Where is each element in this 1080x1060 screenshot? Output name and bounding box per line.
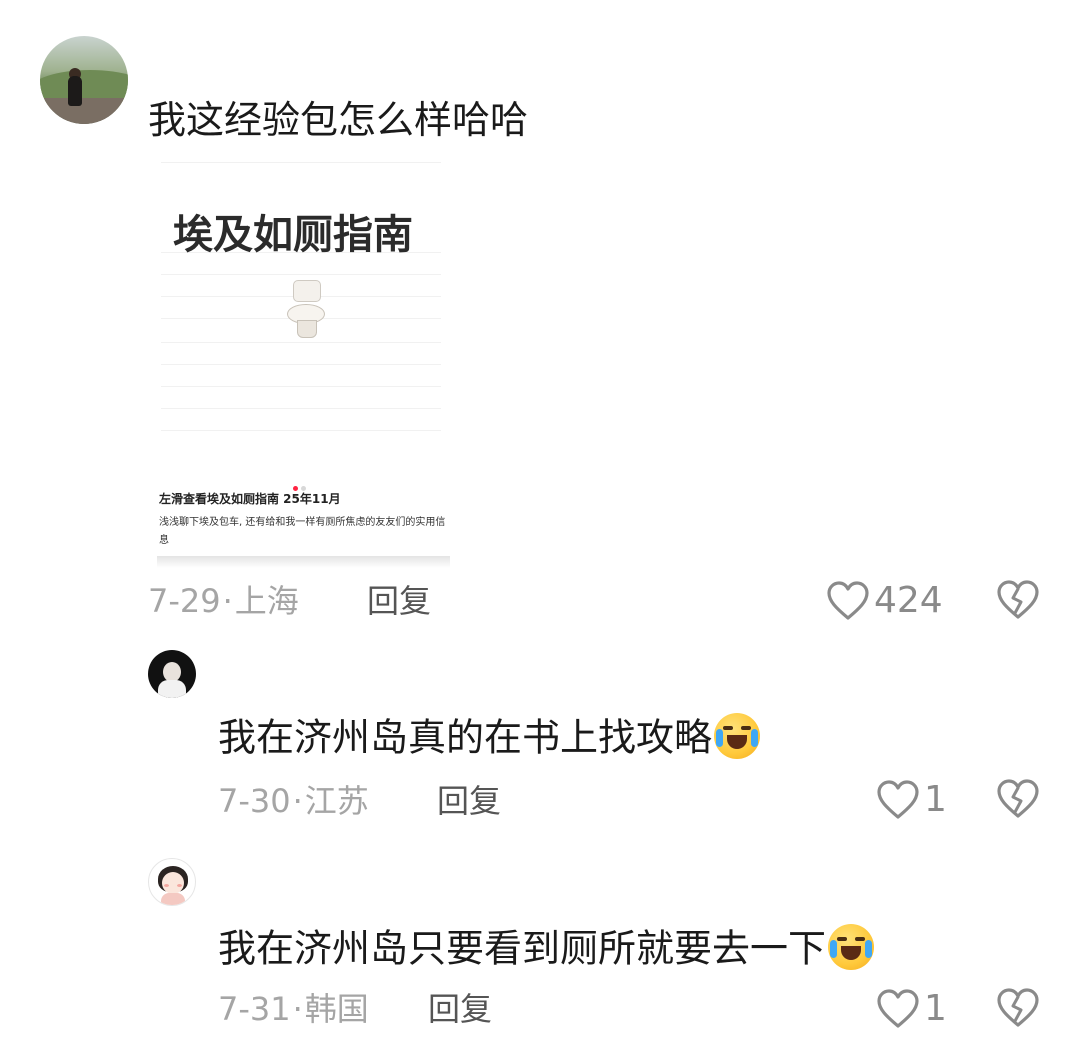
meta-separator: · xyxy=(292,782,303,820)
comment-meta: 7-31·韩国 xyxy=(218,993,369,1025)
comment-thread: 我这经验包怎么样哈哈 埃及如厕指南 左滑查看埃及如厕指南 25年11月 浅浅聊下… xyxy=(0,0,1080,1060)
crying-laughing-emoji xyxy=(828,924,875,970)
comment-text: 我在济州岛只要看到厕所就要去一下 xyxy=(218,924,875,974)
dislike-button[interactable] xyxy=(996,987,1040,1031)
comment-text: 我这经验包怎么样哈哈 xyxy=(148,98,529,142)
comment-location: 韩国 xyxy=(304,990,369,1028)
like-button[interactable]: 424 xyxy=(826,579,943,623)
avatar[interactable] xyxy=(40,36,128,124)
reply-button[interactable]: 回复 xyxy=(367,585,431,617)
like-count: 424 xyxy=(874,580,943,621)
comment-text: 我在济州岛真的在书上找攻略 xyxy=(218,713,761,763)
comment-meta: 7-30·江苏 xyxy=(218,785,369,817)
heart-icon xyxy=(877,780,919,819)
heart-icon xyxy=(877,989,919,1028)
comment-date: 7-31 xyxy=(218,990,291,1028)
note-title: 埃及如厕指南 xyxy=(173,212,413,258)
comment-location: 江苏 xyxy=(304,782,369,820)
avatar[interactable] xyxy=(148,650,196,698)
comment-date: 7-30 xyxy=(218,782,291,820)
avatar[interactable] xyxy=(148,858,196,906)
comment-meta: 7-29·上海 xyxy=(148,585,299,617)
heart-icon xyxy=(827,581,869,620)
like-button[interactable]: 1 xyxy=(876,778,947,822)
reply-button[interactable]: 回复 xyxy=(437,785,501,817)
broken-heart-icon xyxy=(997,580,1039,619)
broken-heart-icon xyxy=(997,779,1039,818)
meta-separator: · xyxy=(292,990,303,1028)
comment-text-content: 我在济州岛只要看到厕所就要去一下 xyxy=(218,926,827,971)
note-description: 浅浅聊下埃及包车, 还有给和我一样有厕所焦虑的友友们的实用信息 xyxy=(159,517,446,546)
comment-location: 上海 xyxy=(234,582,299,620)
broken-heart-icon xyxy=(997,988,1039,1027)
crying-laughing-emoji xyxy=(714,713,761,759)
dislike-button[interactable] xyxy=(996,778,1040,822)
reply-button[interactable]: 回复 xyxy=(428,993,492,1025)
meta-separator: · xyxy=(222,582,233,620)
comment-date: 7-29 xyxy=(148,582,221,620)
like-count: 1 xyxy=(924,988,947,1029)
comment-text-content: 我在济州岛真的在书上找攻略 xyxy=(218,715,713,760)
note-caption: 左滑查看埃及如厕指南 25年11月 xyxy=(159,492,341,506)
like-count: 1 xyxy=(924,779,947,820)
toilet-emoji xyxy=(285,280,329,340)
like-button[interactable]: 1 xyxy=(876,987,947,1031)
dislike-button[interactable] xyxy=(996,579,1040,623)
attached-note-card[interactable]: 埃及如厕指南 左滑查看埃及如厕指南 25年11月 浅浅聊下埃及包车, 还有给和我… xyxy=(157,158,450,568)
